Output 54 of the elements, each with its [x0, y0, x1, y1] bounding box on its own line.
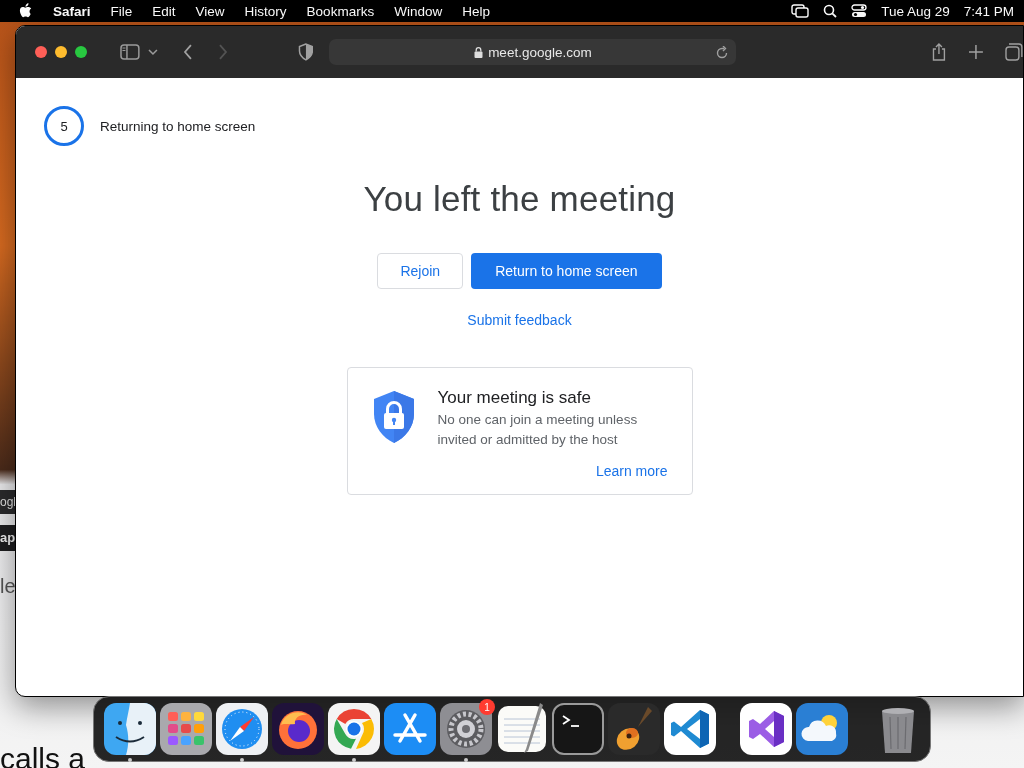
menu-item[interactable]: File	[110, 3, 133, 19]
notification-badge: 1	[479, 699, 495, 715]
rejoin-button[interactable]: Rejoin	[377, 253, 464, 289]
chrome-icon[interactable]	[328, 703, 380, 755]
visual-studio-icon[interactable]	[740, 703, 792, 755]
search-icon[interactable]	[823, 4, 838, 18]
feedback-link[interactable]: Submit feedback	[467, 312, 572, 328]
countdown-text: Returning to home screen	[100, 118, 256, 134]
gear-icon[interactable]	[440, 703, 492, 755]
app-store-icon[interactable]	[384, 703, 436, 755]
background-text: le	[0, 575, 16, 598]
fox-globe-icon[interactable]	[272, 703, 324, 755]
card-description: No one can join a meeting unless invited or admitted by the host	[437, 411, 639, 449]
compass-icon[interactable]	[216, 703, 268, 755]
chevron-down-icon[interactable]	[147, 48, 158, 56]
menu-item[interactable]: View	[195, 3, 225, 19]
menu-bar-time[interactable]: 7:41 PM	[963, 3, 1014, 19]
sidebar-icon[interactable]	[120, 44, 140, 60]
control-center-icon[interactable]	[851, 4, 868, 18]
shield-lock-icon	[371, 390, 416, 444]
lock-icon	[474, 46, 484, 58]
tabs-overview-icon[interactable]	[1005, 43, 1023, 61]
plus-icon[interactable]	[969, 45, 984, 59]
menu-item[interactable]: Bookmarks	[306, 3, 375, 19]
app-grid-icon[interactable]	[160, 703, 212, 755]
menu-item[interactable]: History	[244, 3, 287, 19]
reload-icon[interactable]	[716, 46, 729, 59]
apple-icon	[19, 3, 33, 19]
menu-bar-date[interactable]: Tue Aug 29	[881, 3, 950, 19]
app-menu[interactable]: Safari	[53, 3, 91, 19]
back-icon[interactable]	[182, 44, 193, 60]
cloud-sun-icon[interactable]	[796, 703, 848, 755]
privacy-shield-icon	[297, 43, 314, 61]
minimize-button[interactable]	[55, 46, 67, 58]
background-text: ogl	[0, 490, 15, 514]
zoom-button[interactable]	[75, 46, 87, 58]
address-bar[interactable]: meet.google.com	[329, 39, 737, 65]
menu-item[interactable]: Edit	[152, 3, 176, 19]
terminal-icon[interactable]	[552, 703, 604, 755]
menu-item[interactable]: Help	[462, 3, 490, 19]
page-heading: You left the meeting	[363, 179, 676, 219]
code-editor-icon[interactable]	[664, 703, 716, 755]
close-button[interactable]	[35, 46, 47, 58]
background-text: ap	[0, 525, 15, 551]
card-title: Your meeting is safe	[437, 388, 592, 408]
finder-icon[interactable]	[104, 703, 156, 755]
return-home-button[interactable]: Return to home screen	[471, 253, 662, 289]
screen-mirroring-icon[interactable]	[791, 4, 810, 18]
url-text: meet.google.com	[488, 44, 592, 60]
menu-item[interactable]: Window	[394, 3, 443, 19]
learn-more-link[interactable]: Learn more	[595, 463, 668, 479]
notepad-pen-icon[interactable]	[496, 703, 548, 755]
countdown-timer: 5	[44, 106, 84, 146]
share-icon[interactable]	[932, 43, 947, 61]
